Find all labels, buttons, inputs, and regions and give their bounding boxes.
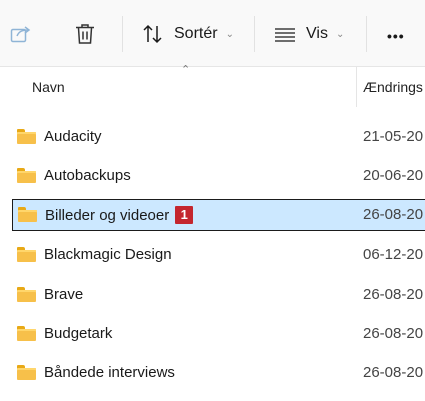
item-date: 06-12-20 — [363, 246, 424, 263]
toolbar-divider — [366, 16, 367, 52]
chevron-down-icon: ⌄ — [225, 28, 234, 40]
list-item[interactable]: Blackmagic Design 06-12-20 — [12, 239, 425, 271]
folder-icon — [17, 287, 36, 302]
folder-icon — [17, 365, 36, 380]
column-header-date[interactable]: Ændrings — [363, 79, 423, 95]
share-button[interactable] — [10, 24, 32, 44]
sort-button[interactable]: Sortér ⌄ — [142, 23, 234, 45]
item-date: 21-05-20 — [363, 128, 424, 145]
delete-button[interactable] — [74, 23, 96, 45]
view-button[interactable]: Vis ⌄ — [274, 23, 344, 45]
item-name: Audacity — [44, 128, 102, 145]
list-item[interactable]: Autobackups 20-06-20 — [12, 160, 425, 192]
item-name: Båndede interviews — [44, 364, 175, 381]
item-name: Budgetark — [44, 325, 113, 342]
list-item[interactable]: Audacity 21-05-20 — [12, 121, 425, 153]
folder-icon — [18, 207, 37, 222]
column-resize-handle[interactable] — [356, 67, 357, 107]
list-item[interactable]: Båndede interviews 26-08-20 — [12, 357, 425, 389]
item-name-text: Billeder og videoer — [45, 207, 170, 224]
item-name: Autobackups — [44, 167, 131, 184]
command-bar: Sortér ⌄ Vis ⌄ ••• — [0, 0, 425, 67]
sort-icon — [142, 23, 164, 45]
folder-icon — [17, 326, 36, 341]
more-icon: ••• — [387, 28, 405, 44]
step-badge: 1 — [175, 206, 194, 224]
view-label: Vis — [306, 25, 328, 42]
list-item[interactable]: Brave 26-08-20 — [12, 279, 425, 311]
folder-icon — [17, 129, 36, 144]
item-name: Blackmagic Design — [44, 246, 172, 263]
view-list-icon — [274, 23, 296, 45]
item-date: 26-08-20 — [363, 325, 424, 342]
toolbar-divider — [254, 16, 255, 52]
share-icon — [10, 24, 32, 44]
folder-icon — [17, 247, 36, 262]
list-item[interactable]: Budgetark 26-08-20 — [12, 318, 425, 350]
item-date: 26-08-20 — [363, 286, 424, 303]
column-header-row: ⌃ Navn Ændrings — [0, 64, 425, 107]
sort-ascending-icon: ⌃ — [181, 64, 191, 76]
sort-label: Sortér — [174, 25, 218, 42]
item-name: Brave — [44, 286, 84, 303]
folder-icon — [17, 168, 36, 183]
column-header-name[interactable]: Navn — [32, 79, 65, 95]
chevron-down-icon: ⌄ — [335, 28, 345, 40]
more-options-button[interactable]: ••• — [387, 28, 405, 44]
item-date: 20-06-20 — [363, 167, 424, 184]
trash-icon — [74, 23, 96, 45]
item-date: 26-08-20 — [363, 364, 424, 381]
list-item-selected[interactable]: Billeder og videoer 1 26-08-20 — [12, 199, 425, 231]
toolbar-divider — [122, 16, 123, 52]
item-date: 26-08-20 — [363, 206, 424, 223]
item-name: Billeder og videoer 1 — [45, 206, 194, 224]
